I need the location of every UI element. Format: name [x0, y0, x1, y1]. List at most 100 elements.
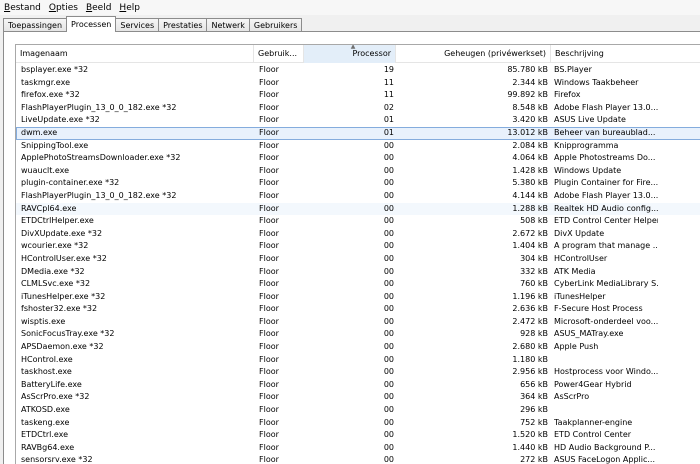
- table-row[interactable]: ETDCtrlHelper.exe Floor 00 508 kB ETD Contro…: [16, 215, 700, 228]
- tab-services[interactable]: Services: [115, 18, 160, 32]
- user-cell: Floor: [259, 392, 279, 402]
- imagename-cell: FlashPlayerPlugin_13_0_0_182.exe *32: [21, 102, 177, 112]
- table-row[interactable]: taskhost.exe Floor 00 2.956 kB Hostprocess v…: [16, 366, 700, 379]
- table-row[interactable]: FlashPlayerPlugin_13_0_0_182.exe *32 Floo…: [16, 190, 700, 203]
- description-cell: [554, 404, 658, 417]
- tab-processen[interactable]: Processen: [66, 16, 117, 32]
- processor-cell: 00: [383, 228, 394, 238]
- processor-cell: 00: [383, 291, 394, 301]
- table-row[interactable]: SonicFocusTray.exe *32 Floor 00 928 kB ASUS_…: [16, 328, 700, 341]
- table-row[interactable]: APSDaemon.exe *32 Floor 00 2.680 kB Apple Pu…: [16, 341, 700, 354]
- user-cell: Floor: [259, 279, 279, 289]
- table-row[interactable]: wisptis.exe Floor 00 2.472 kB Microsoft-onde…: [16, 316, 700, 329]
- sort-ascending-icon: ▲: [350, 45, 356, 50]
- user-cell: Floor: [259, 178, 279, 188]
- menu-label-rest: elp: [126, 2, 140, 13]
- memory-cell: 508 kB: [520, 216, 548, 226]
- table-row[interactable]: AsScrPro.exe *32 Floor 00 364 kB AsScrPro: [16, 391, 700, 404]
- table-row[interactable]: sensorsrv.exe *32 Floor 00 272 kB ASUS FaceL…: [16, 454, 700, 464]
- memory-cell: 272 kB: [520, 455, 548, 464]
- user-cell: Floor: [259, 455, 279, 464]
- column-header-imagename[interactable]: Imagenaam: [16, 45, 254, 63]
- table-row[interactable]: RAVBg64.exe Floor 00 1.440 kB HD Audio Backg…: [16, 442, 700, 455]
- table-row[interactable]: CLMLSvc.exe *32 Floor 00 760 kB CyberLink Me…: [16, 278, 700, 291]
- table-row[interactable]: bsplayer.exe *32 Floor 19 85.780 kB BS.Playe…: [16, 64, 700, 77]
- user-cell: Floor: [259, 127, 279, 137]
- user-cell: Floor: [259, 379, 279, 389]
- imagename-cell: AsScrPro.exe *32: [21, 392, 90, 402]
- description-cell: BS.Player: [554, 65, 592, 74]
- processor-cell: 00: [383, 354, 394, 364]
- table-row[interactable]: HControl.exe Floor 00 1.180 kB: [16, 354, 700, 367]
- column-header: Imagenaam Gebruik... ▲ Processor Geheuge…: [16, 45, 700, 63]
- description-cell: Knipprogramma: [554, 140, 619, 150]
- table-row[interactable]: firefox.exe *32 Floor 11 99.892 kB Firefox: [16, 89, 700, 102]
- table-row[interactable]: ApplePhotoStreamsDownloader.exe *32 Floor…: [16, 152, 700, 165]
- imagename-cell: taskmgr.exe: [21, 77, 70, 87]
- process-list[interactable]: Imagenaam Gebruik... ▲ Processor Geheuge…: [15, 44, 700, 464]
- description-cell: Power4Gear Hybrid: [554, 379, 632, 389]
- imagename-cell: RAVCpl64.exe: [21, 203, 77, 213]
- tab-netwerk[interactable]: Netwerk: [206, 18, 250, 32]
- menu-bestand[interactable]: Bestand: [2, 3, 45, 13]
- processor-cell: 11: [383, 90, 394, 100]
- user-cell: Floor: [259, 354, 279, 364]
- processor-cell: 00: [383, 405, 394, 415]
- description-cell: CyberLink MediaLibrary S...: [554, 279, 658, 289]
- imagename-cell: ETDCtrl.exe: [21, 430, 69, 440]
- processor-cell: 00: [383, 367, 394, 377]
- memory-cell: 4.064 kB: [512, 153, 548, 163]
- column-header-processor[interactable]: ▲ Processor: [304, 45, 396, 63]
- imagename-cell: LiveUpdate.exe *32: [21, 115, 100, 125]
- user-cell: Floor: [259, 329, 279, 339]
- table-row[interactable]: SnippingTool.exe Floor 00 2.084 kB Knipprogr…: [16, 140, 700, 153]
- description-cell: ATK Media: [554, 266, 596, 276]
- processor-cell: 00: [383, 430, 394, 440]
- table-row[interactable]: dwm.exe Floor 01 13.012 kB Beheer van bureau…: [16, 126, 700, 140]
- column-header-memory[interactable]: Geheugen (privéwerkset): [396, 45, 551, 63]
- menu-opties[interactable]: Opties: [45, 3, 82, 13]
- memory-cell: 364 kB: [520, 392, 548, 402]
- tab-gebruikers[interactable]: Gebruikers: [248, 18, 303, 32]
- imagename-cell: DivXUpdate.exe *32: [21, 228, 103, 238]
- tab-toepassingen[interactable]: Toepassingen: [3, 18, 68, 32]
- table-row[interactable]: HControlUser.exe *32 Floor 00 304 kB HContro…: [16, 253, 700, 266]
- table-row[interactable]: iTunesHelper.exe *32 Floor 00 1.196 kB iTune…: [16, 291, 700, 304]
- imagename-cell: wuauclt.exe: [21, 165, 70, 175]
- user-cell: Floor: [259, 291, 279, 301]
- menu-help[interactable]: Help: [115, 3, 144, 13]
- table-row[interactable]: DMedia.exe *32 Floor 00 332 kB ATK Media: [16, 266, 700, 279]
- user-cell: Floor: [259, 304, 279, 314]
- menu-beeld[interactable]: Beeld: [82, 3, 115, 13]
- description-cell: Hostprocess voor Windo...: [554, 367, 658, 377]
- user-cell: Floor: [259, 115, 279, 125]
- processor-cell: 00: [383, 379, 394, 389]
- table-row[interactable]: LiveUpdate.exe *32 Floor 01 3.420 kB ASUS Li…: [16, 114, 700, 127]
- table-row[interactable]: BatteryLife.exe Floor 00 656 kB Power4Gear H…: [16, 379, 700, 392]
- memory-cell: 1.520 kB: [512, 430, 548, 440]
- memory-cell: 2.956 kB: [512, 367, 548, 377]
- imagename-cell: wisptis.exe: [21, 316, 66, 326]
- memory-cell: 1.428 kB: [512, 165, 548, 175]
- description-cell: Windows Taakbeheer: [554, 77, 639, 87]
- processor-cell: 00: [383, 241, 394, 251]
- processor-cell: 00: [383, 203, 394, 213]
- column-header-description[interactable]: Beschrijving: [551, 45, 700, 63]
- imagename-cell: ATKOSD.exe: [21, 405, 70, 415]
- table-row[interactable]: taskmgr.exe Floor 11 2.344 kB Windows Taakbe…: [16, 77, 700, 90]
- description-cell: Realtek HD Audio config...: [554, 203, 658, 213]
- table-row[interactable]: DivXUpdate.exe *32 Floor 00 2.672 kB DivX Up…: [16, 228, 700, 241]
- table-row[interactable]: FlashPlayerPlugin_13_0_0_182.exe *32 Floo…: [16, 102, 700, 115]
- table-row[interactable]: RAVCpl64.exe Floor 00 1.288 kB Realtek HD Au…: [16, 202, 700, 216]
- table-row[interactable]: ATKOSD.exe Floor 00 296 kB: [16, 404, 700, 417]
- table-row[interactable]: taskeng.exe Floor 00 752 kB Taakplanner-engi…: [16, 417, 700, 430]
- table-row[interactable]: plugin-container.exe *32 Floor 00 5.380 kB P…: [16, 177, 700, 190]
- table-row[interactable]: ETDCtrl.exe Floor 00 1.520 kB ETD Control Ce…: [16, 429, 700, 442]
- table-row[interactable]: fshoster32.exe *32 Floor 00 2.636 kB F-Secur…: [16, 303, 700, 316]
- tab-prestaties[interactable]: Prestaties: [158, 18, 208, 32]
- imagename-cell: SnippingTool.exe: [21, 140, 89, 150]
- column-header-user[interactable]: Gebruik...: [254, 45, 304, 63]
- imagename-cell: taskeng.exe: [21, 417, 70, 427]
- table-row[interactable]: wcourier.exe *32 Floor 00 1.404 kB A program…: [16, 240, 700, 253]
- table-row[interactable]: wuauclt.exe Floor 00 1.428 kB Windows Update: [16, 165, 700, 178]
